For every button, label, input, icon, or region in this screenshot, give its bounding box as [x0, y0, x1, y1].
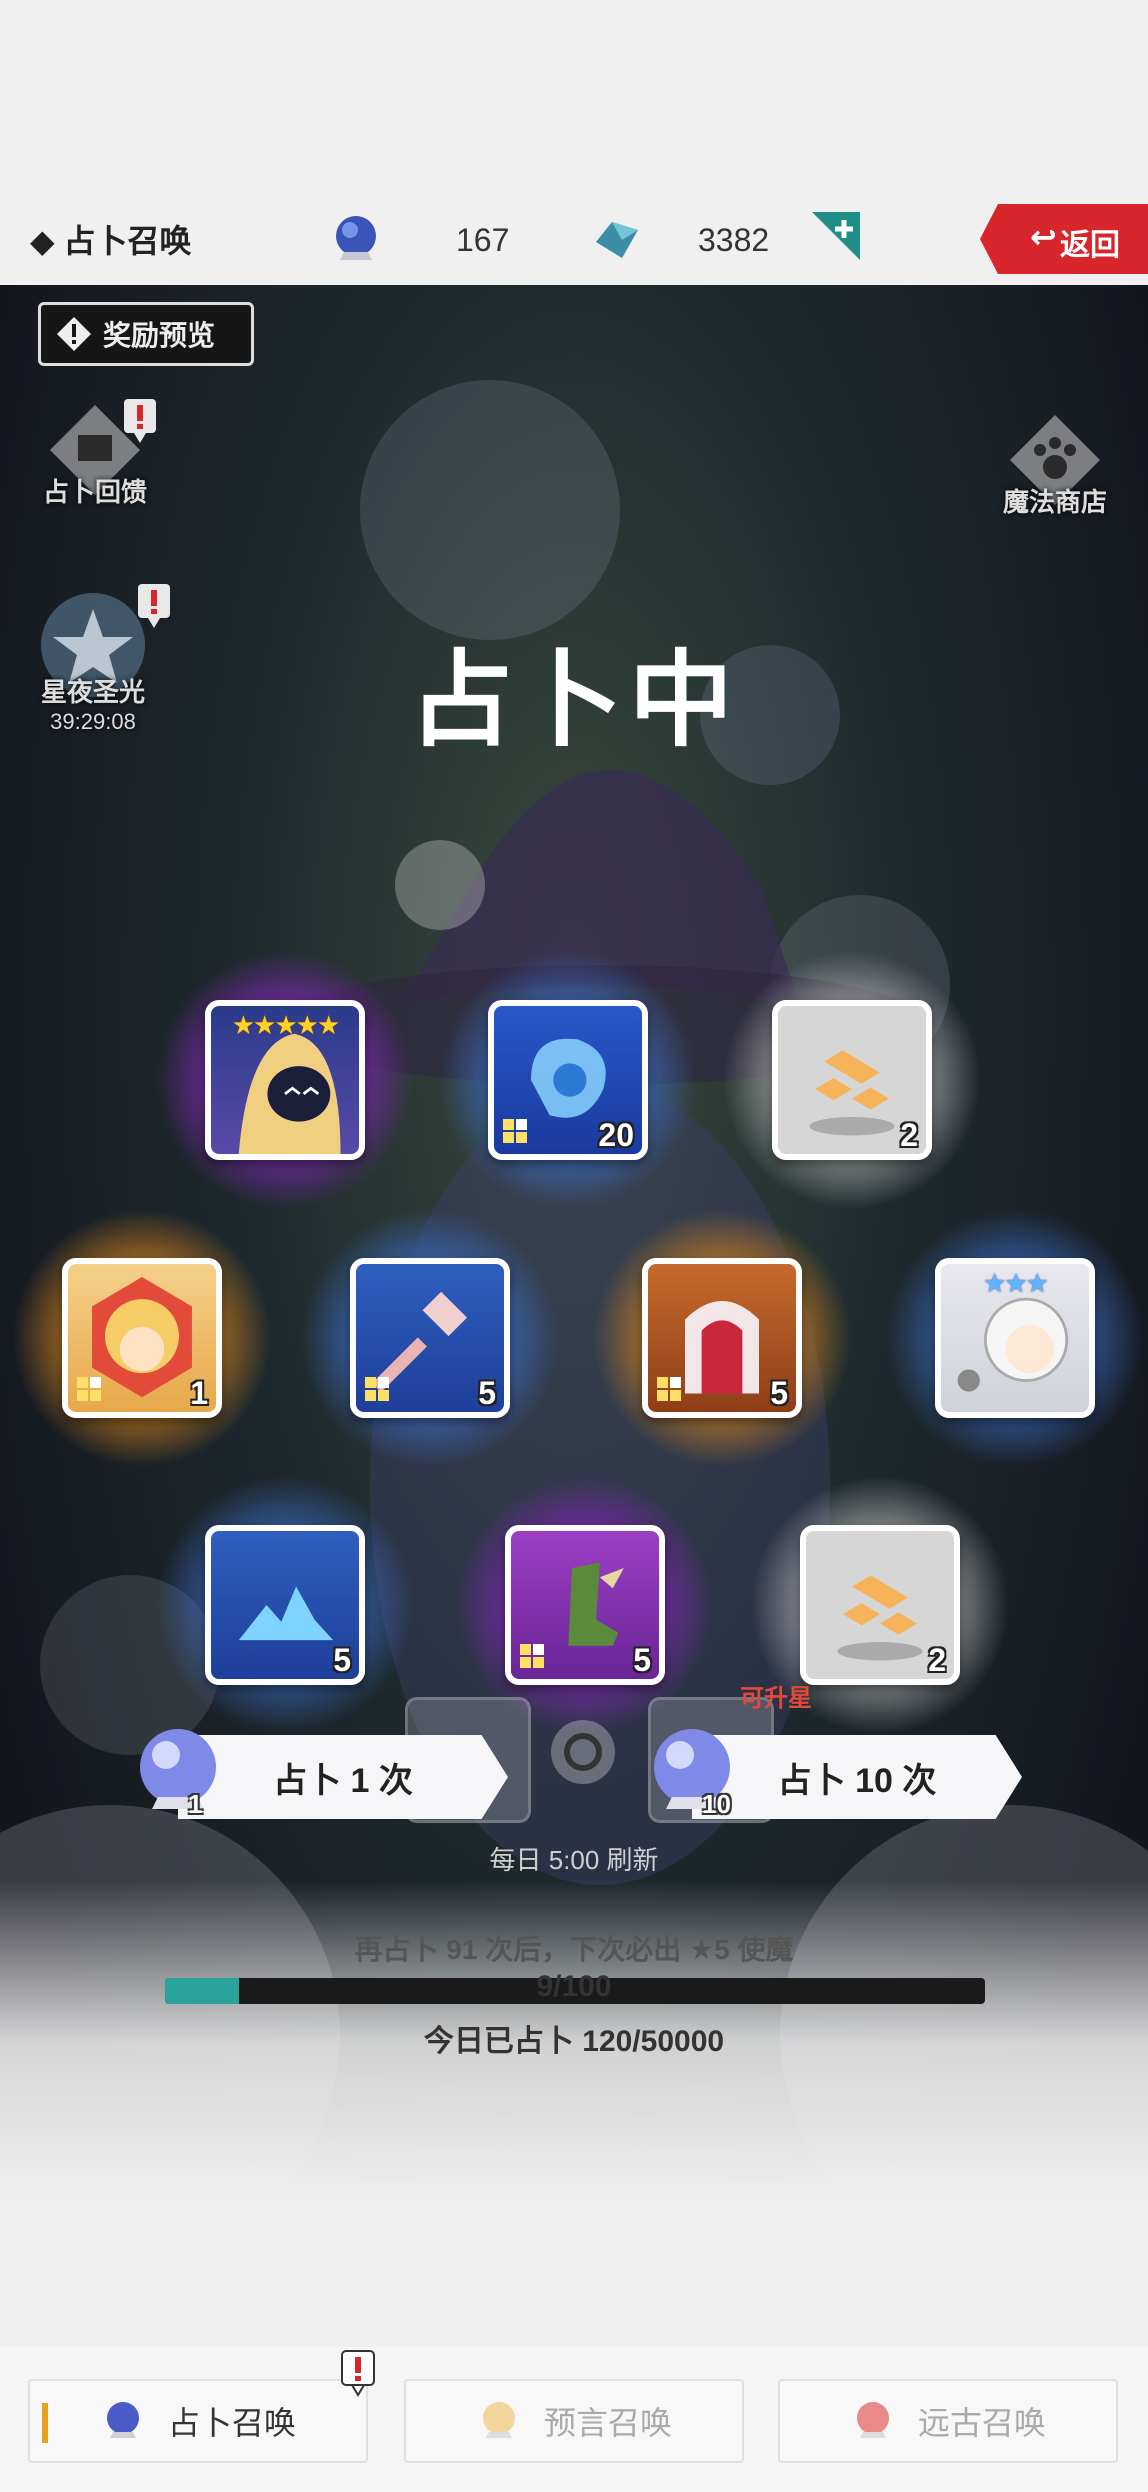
crystal-ball-icon: [106, 2402, 139, 2438]
crystal-ball-icon: [140, 1729, 216, 1809]
reward-preview-button[interactable]: 奖励预览: [38, 302, 254, 366]
back-arrow-icon: ↩: [1030, 219, 1057, 255]
tab-label: 远古召唤: [917, 2405, 1046, 2441]
today-count-text: 今日已占卜 120/50000: [423, 2025, 725, 2058]
item-count: 5: [633, 1642, 651, 1678]
result-item[interactable]: 2: [722, 950, 982, 1210]
result-item[interactable]: 5: [300, 1208, 560, 1468]
notification-badge-icon: [124, 399, 156, 443]
crystal-count: 167: [456, 221, 510, 258]
upgradeable-badge: 可升星: [740, 1685, 812, 1712]
result-item[interactable]: 1: [12, 1208, 272, 1468]
add-gem-plus-icon[interactable]: [808, 208, 864, 264]
divining-status: 占卜中: [0, 615, 1148, 766]
divine-once-button[interactable]: 占卜 1 次 1: [128, 1729, 518, 1819]
result-item[interactable]: ★★★: [885, 1208, 1145, 1468]
refresh-icon[interactable]: [548, 1717, 618, 1787]
gold-cube-card: 2: [800, 1525, 960, 1685]
red-orb-icon: [856, 2402, 889, 2438]
tab-ancient-summon[interactable]: 远古召唤: [778, 2379, 1118, 2463]
item-count: 5: [333, 1642, 351, 1678]
item-count: 2: [928, 1642, 946, 1678]
pink-mace-card: 5: [350, 1258, 510, 1418]
fragment-icon: [503, 1119, 527, 1143]
item-count: 1: [190, 1375, 208, 1411]
item-count: 20: [598, 1117, 634, 1153]
white-hair-hero-card: ★★★: [935, 1258, 1095, 1418]
divine-once-cost: 1: [188, 1789, 203, 1819]
result-item[interactable]: 2: [750, 1475, 1010, 1735]
header-row: ◆ 占卜召唤 167 3382 ↩ 返回: [0, 200, 1148, 285]
gold-cube-card: 2: [772, 1000, 932, 1160]
tab-divination-summon[interactable]: 占卜召唤: [28, 2379, 368, 2463]
reward-preview-label: 奖励预览: [103, 320, 216, 351]
gem-resource: 3382: [588, 210, 769, 270]
divine-ten-cost: 10: [702, 1789, 731, 1819]
back-label: 返回: [1060, 229, 1120, 262]
green-boot-card: 5: [505, 1525, 665, 1685]
warning-icon: [57, 317, 91, 351]
gem-count: 3382: [698, 221, 770, 258]
item-count: 2: [900, 1117, 918, 1153]
star-rating: ★★★★★: [231, 1010, 341, 1040]
item-count: 5: [770, 1375, 788, 1411]
top-bar: ◆ 占卜召唤 167 3382 ↩ 返回: [0, 0, 1148, 285]
fragment-icon: [520, 1644, 544, 1668]
crystal-ball-icon: [336, 216, 376, 260]
tab-label: 预言召唤: [543, 2405, 672, 2441]
result-item[interactable]: 5: [455, 1475, 715, 1735]
star-rating: ★★★: [983, 1268, 1049, 1298]
gem-icon: [596, 222, 638, 258]
divine-ten-button[interactable]: 占卜 10 次 10: [642, 1729, 1032, 1819]
hooded-hero-card: ★★★★★: [205, 1000, 365, 1160]
pity-text: 再占卜 91 次后，下次必出 ★5 使魔: [354, 1934, 794, 1965]
notification-badge-icon: [341, 2350, 375, 2397]
blue-orb-card: 20: [488, 1000, 648, 1160]
divining-status-text: 占卜中: [408, 643, 739, 759]
result-item[interactable]: ★★★★★: [155, 950, 415, 1210]
result-item[interactable]: 20: [438, 950, 698, 1210]
daily-refresh-text: 每日 5:00 刷新: [489, 1845, 659, 1875]
active-tab-indicator: [42, 2403, 48, 2443]
blue-crystal-card: 5: [205, 1525, 365, 1685]
fragment-icon: [77, 1377, 101, 1401]
feedback-label: 占卜回馈: [42, 477, 147, 507]
golden-knight-card: 1: [62, 1258, 222, 1418]
golden-orb-icon: [482, 2402, 515, 2438]
red-shrine-card: 5: [642, 1258, 802, 1418]
tab-prophecy-summon[interactable]: 预言召唤: [404, 2379, 744, 2463]
fragment-icon: [365, 1377, 389, 1401]
fragment-icon: [657, 1377, 681, 1401]
result-item[interactable]: 5: [155, 1475, 415, 1735]
crystal-resource: 167: [328, 210, 509, 270]
pity-progress-value: 9/100: [536, 1970, 612, 2003]
item-count: 5: [478, 1375, 496, 1411]
bottom-tab-bar: 占卜召唤 预言召唤 远古召唤: [0, 2347, 1148, 2492]
page-title: ◆ 占卜召唤: [30, 223, 192, 259]
magic-shop-button[interactable]: 魔法商店: [980, 405, 1130, 519]
result-item[interactable]: 5: [592, 1208, 852, 1468]
back-button[interactable]: ↩ 返回: [980, 204, 1148, 274]
tab-label: 占卜召唤: [167, 2405, 296, 2441]
